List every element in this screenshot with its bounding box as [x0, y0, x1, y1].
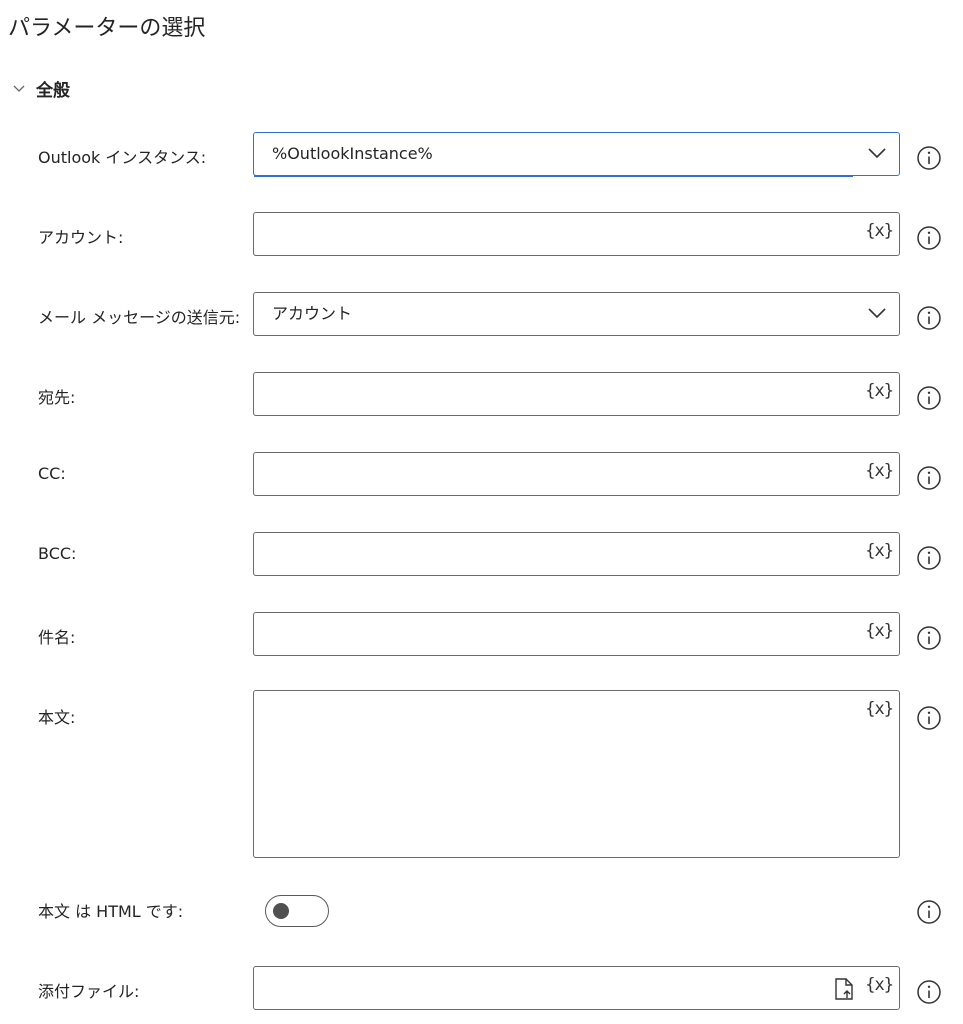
cc-label: CC: [38, 464, 66, 483]
outlook-instance-label: Outlook インスタンス: [38, 148, 207, 167]
bcc-input[interactable]: {x} [253, 532, 900, 576]
focus-underline [254, 174, 853, 177]
cc-input[interactable]: {x} [253, 452, 900, 496]
body-is-html-label: 本文 は HTML です: [38, 902, 184, 921]
outlook-instance-dropdown[interactable]: %OutlookInstance% [253, 132, 900, 177]
body-label: 本文: [38, 708, 76, 727]
variable-button[interactable]: {x} [865, 975, 894, 995]
section-general-header[interactable]: 全般 [12, 76, 70, 101]
send-from-label: メール メッセージの送信元: [38, 308, 241, 327]
send-from-dropdown[interactable]: アカウント [253, 292, 900, 336]
info-icon[interactable] [916, 145, 942, 171]
subject-label: 件名: [38, 628, 76, 647]
account-label: アカウント: [38, 228, 124, 247]
info-icon[interactable] [916, 225, 942, 251]
chevron-down-icon[interactable] [867, 306, 887, 320]
chevron-down-icon[interactable] [867, 146, 887, 160]
page-title: パラメーターの選択 [8, 16, 206, 41]
outlook-instance-value: %OutlookInstance% [272, 144, 433, 163]
variable-button[interactable]: {x} [865, 541, 894, 561]
info-icon[interactable] [916, 545, 942, 571]
info-icon[interactable] [916, 705, 942, 731]
variable-button[interactable]: {x} [865, 621, 894, 641]
info-icon[interactable] [916, 979, 942, 1005]
body-is-html-toggle[interactable] [265, 895, 329, 927]
to-input[interactable]: {x} [253, 372, 900, 416]
section-title: 全般 [36, 80, 70, 101]
chevron-down-icon [13, 85, 25, 92]
attachments-label: 添付ファイル: [38, 982, 140, 1001]
attachments-input[interactable]: {x} [253, 966, 900, 1010]
variable-button[interactable]: {x} [865, 381, 894, 401]
file-upload-icon[interactable] [833, 977, 855, 1001]
to-label: 宛先: [38, 388, 76, 407]
variable-button[interactable]: {x} [865, 699, 894, 719]
info-icon[interactable] [916, 305, 942, 331]
info-icon[interactable] [916, 465, 942, 491]
toggle-knob [273, 903, 289, 919]
info-icon[interactable] [916, 385, 942, 411]
account-input[interactable]: {x} [253, 212, 900, 256]
bcc-label: BCC: [38, 544, 77, 563]
info-icon[interactable] [916, 625, 942, 651]
send-from-value: アカウント [272, 304, 353, 323]
body-textarea[interactable]: {x} [253, 690, 900, 858]
variable-button[interactable]: {x} [865, 221, 894, 241]
info-icon[interactable] [916, 899, 942, 925]
variable-button[interactable]: {x} [865, 461, 894, 481]
subject-input[interactable]: {x} [253, 612, 900, 656]
